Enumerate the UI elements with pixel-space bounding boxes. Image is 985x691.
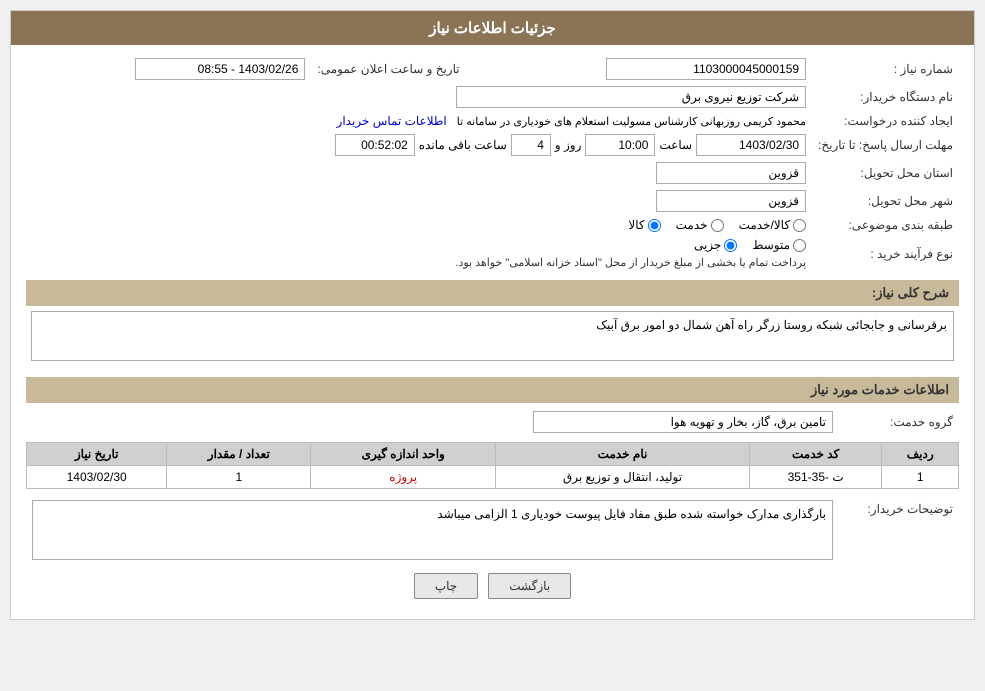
col-nam: نام خدمت bbox=[496, 443, 750, 466]
print-button[interactable]: چاپ bbox=[414, 573, 478, 599]
sharh-section-header: شرح کلی نیاز: bbox=[26, 280, 959, 306]
shomara-niaz-label: شماره نیاز : bbox=[812, 55, 959, 83]
khadamat-info-table: گروه خدمت: bbox=[26, 408, 959, 436]
mohlat-label: مهلت ارسال پاسخ: تا تاریخ: bbox=[812, 131, 959, 159]
col-tarikh: تاریخ نیاز bbox=[27, 443, 167, 466]
col-vahed: واحد اندازه گیری bbox=[311, 443, 496, 466]
date-input[interactable] bbox=[696, 134, 806, 156]
table-cell-nam: تولید، انتقال و توزیع برق bbox=[496, 466, 750, 489]
ijad-konande-value: محمود کریمی روزبهانی کارشناس مسولیت استع… bbox=[457, 116, 806, 128]
sharh-box: برقرسانی و جابجائی شبکه روستا زرگر راه آ… bbox=[31, 311, 954, 361]
grooh-khadamat-label: گروه خدمت: bbox=[839, 408, 959, 436]
col-kod: کد خدمت bbox=[749, 443, 882, 466]
radio-mootasat[interactable]: متوسط bbox=[752, 238, 806, 252]
shahr-label: شهر محل تحویل: bbox=[812, 187, 959, 215]
contact-link[interactable]: اطلاعات تماس خریدار bbox=[337, 114, 447, 128]
sharh-area: برقرسانی و جابجائی شبکه روستا زرگر راه آ… bbox=[26, 311, 959, 369]
radio-kala[interactable]: کالا bbox=[628, 218, 660, 232]
tarikh-aalan-label: تاریخ و ساعت اعلان عمومی: bbox=[311, 55, 479, 83]
radio-jozii[interactable]: جزیی bbox=[694, 238, 737, 252]
table-cell-tedad: 1 bbox=[167, 466, 311, 489]
ostan-input[interactable] bbox=[656, 162, 806, 184]
tozihat-label: توضیحات خریدار: bbox=[839, 497, 959, 563]
table-cell-kod: ت -35-351 bbox=[749, 466, 882, 489]
buttons-row: بازگشت چاپ bbox=[26, 573, 959, 599]
days-label: روز و bbox=[555, 138, 582, 152]
time-label: ساعت bbox=[659, 138, 692, 152]
ijad-konande-label: ایجاد کننده درخواست: bbox=[812, 111, 959, 131]
radio-kala-khadamat[interactable]: کالا/خدمت bbox=[739, 218, 806, 232]
col-tedad: تعداد / مقدار bbox=[167, 443, 311, 466]
page-header: جزئیات اطلاعات نیاز bbox=[11, 11, 974, 45]
table-row: 1ت -35-351تولید، انتقال و توزیع برقپروژه… bbox=[27, 466, 959, 489]
tozihat-box: بارگذاری مدارک خواسته شده طبق مفاد فایل … bbox=[32, 500, 833, 560]
remaining-label: ساعت باقی مانده bbox=[419, 138, 507, 152]
radio-khadamat[interactable]: خدمت bbox=[676, 218, 724, 232]
table-cell-radif: 1 bbox=[882, 466, 959, 489]
content-area: شماره نیاز : تاریخ و ساعت اعلان عمومی: ن… bbox=[11, 45, 974, 619]
nam-dastgah-label: نام دستگاه خریدار: bbox=[812, 83, 959, 111]
col-radif: ردیف bbox=[882, 443, 959, 466]
page-container: جزئیات اطلاعات نیاز شماره نیاز : تاریخ و… bbox=[10, 10, 975, 620]
table-cell-tarikh: 1403/02/30 bbox=[27, 466, 167, 489]
days-input[interactable] bbox=[511, 134, 551, 156]
shomara-niaz-input[interactable] bbox=[606, 58, 806, 80]
basic-info-table: شماره نیاز : تاریخ و ساعت اعلان عمومی: ن… bbox=[26, 55, 959, 272]
tarikh-aalan-input[interactable] bbox=[135, 58, 305, 80]
tozihat-table: توضیحات خریدار: بارگذاری مدارک خواسته شد… bbox=[26, 497, 959, 563]
remaining-input[interactable] bbox=[335, 134, 415, 156]
services-table: ردیف کد خدمت نام خدمت واحد اندازه گیری ت… bbox=[26, 442, 959, 489]
nooe-farayand-text: پرداخت تمام یا بخشی از مبلغ خریدار از مح… bbox=[32, 256, 806, 269]
nooe-farayand-label: نوع فرآیند خرید : bbox=[812, 235, 959, 272]
tabaqa-label: طبقه بندی موضوعی: bbox=[812, 215, 959, 235]
khadamat-section-header: اطلاعات خدمات مورد نیاز bbox=[26, 377, 959, 403]
back-button[interactable]: بازگشت bbox=[488, 573, 571, 599]
time-input[interactable] bbox=[585, 134, 655, 156]
page-title: جزئیات اطلاعات نیاز bbox=[429, 20, 556, 37]
shahr-input[interactable] bbox=[656, 190, 806, 212]
table-cell-vahed: پروژه bbox=[311, 466, 496, 489]
grooh-khadamat-input[interactable] bbox=[533, 411, 833, 433]
nam-dastgah-input[interactable] bbox=[456, 86, 806, 108]
ostan-label: استان محل تحویل: bbox=[812, 159, 959, 187]
